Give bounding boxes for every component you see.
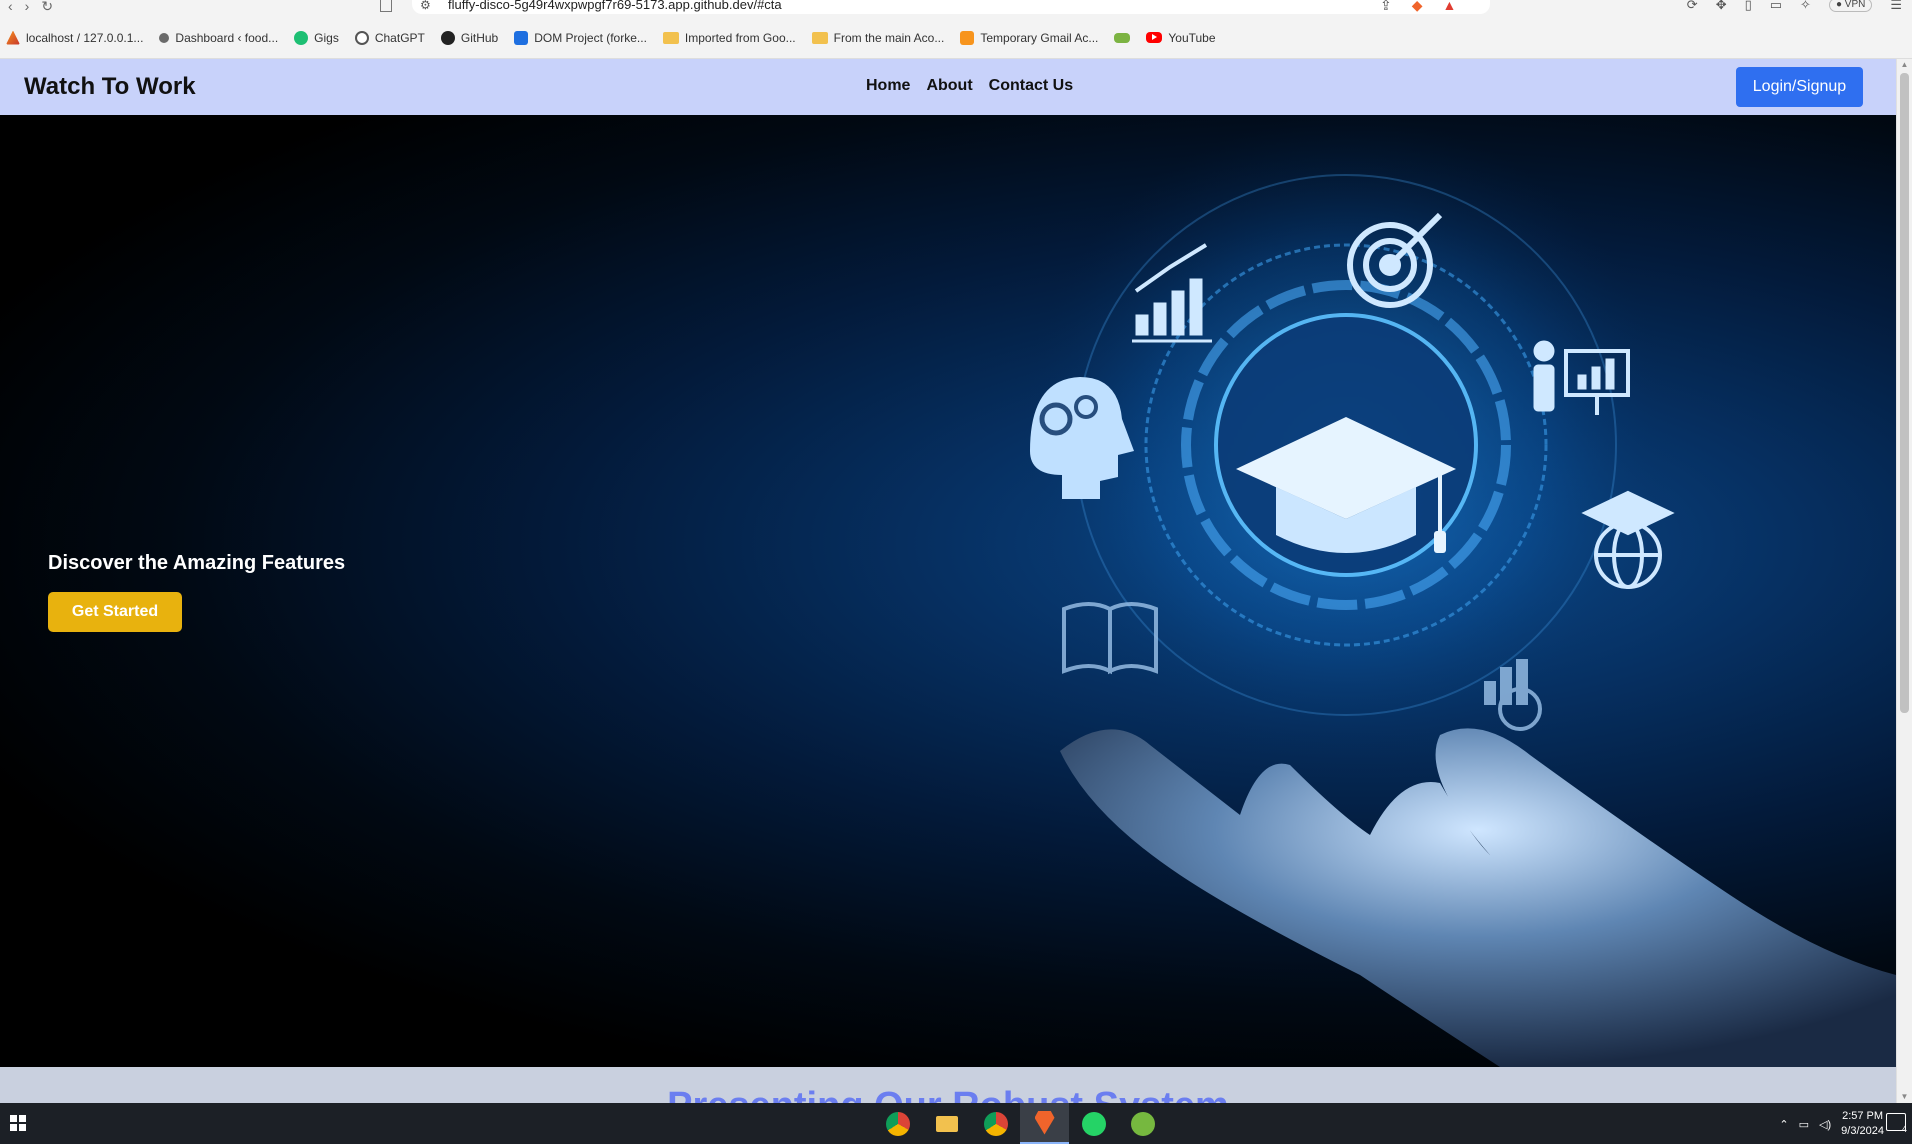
leo-ai-icon[interactable]: ✧ (1800, 0, 1811, 13)
taskbar-chrome[interactable] (873, 1103, 922, 1144)
xampp-icon (6, 30, 20, 45)
utorrent-icon (1130, 1111, 1155, 1136)
bookmark-label: localhost / 127.0.0.1... (26, 30, 144, 45)
bookmark-label: GitHub (460, 30, 499, 45)
bookmarks-bar: localhost / 127.0.0.1... Dashboard ‹ foo… (0, 17, 1912, 59)
hero-title: Discover the Amazing Features (48, 552, 346, 574)
extensions-icon[interactable]: ✥ (1716, 0, 1727, 13)
notification-center-icon[interactable]: 4 (1886, 1113, 1907, 1134)
bookmark-label: YouTube (1168, 30, 1216, 45)
scroll-down-icon[interactable]: ▼ (1900, 1093, 1909, 1101)
bookmark-label: ChatGPT (374, 30, 425, 45)
scroll-up-icon[interactable]: ▲ (1900, 61, 1909, 69)
windows-taskbar: ⌃ ▭ ◁) 2:57 PM 9/3/2024 4 (0, 1103, 1912, 1144)
folder-icon (662, 31, 679, 44)
login-signup-button[interactable]: Login/Signup (1736, 67, 1863, 107)
bookmark-game[interactable] (1114, 32, 1131, 43)
bookmark-gigs[interactable]: Gigs (294, 30, 339, 45)
notification-count: 4 (1901, 1124, 1907, 1134)
brave-shields-icon[interactable]: ◆ (1412, 0, 1423, 14)
menu-icon[interactable]: ☰ (1890, 0, 1902, 13)
clock[interactable]: 2:57 PM 9/3/2024 (1841, 1109, 1884, 1139)
windows-start-icon[interactable] (10, 1115, 26, 1131)
bookmark-youtube[interactable]: YouTube (1146, 30, 1216, 45)
whatsapp-icon (1081, 1111, 1106, 1136)
network-icon[interactable]: ▭ (1799, 1118, 1809, 1131)
bookmark-localhost[interactable]: localhost / 127.0.0.1... (6, 30, 144, 45)
bookmark-temp-gmail[interactable]: Temporary Gmail Ac... (960, 30, 1099, 45)
main-nav: Home About Contact Us (866, 77, 1073, 95)
bookmark-label: Gigs (314, 30, 339, 45)
site-header: Watch To Work Home About Contact Us Logi… (0, 59, 1896, 115)
chrome-icon (885, 1111, 910, 1136)
hero-illustration (1016, 115, 1896, 1067)
clock-date: 9/3/2024 (1841, 1125, 1884, 1137)
bookmark-label: Temporary Gmail Ac... (980, 30, 1099, 45)
forward-icon[interactable]: › (25, 0, 30, 15)
taskbar-brave[interactable] (1020, 1103, 1069, 1144)
bookmark-label: Dashboard ‹ food... (175, 30, 279, 45)
volume-icon[interactable]: ◁) (1819, 1118, 1831, 1131)
get-started-button[interactable]: Get Started (48, 592, 182, 632)
file-explorer-icon (935, 1115, 958, 1132)
scroll-thumb[interactable] (1900, 73, 1909, 713)
clock-time: 2:57 PM (1842, 1110, 1884, 1122)
taskbar-chrome-2[interactable] (971, 1103, 1020, 1144)
bolt-icon (514, 30, 529, 45)
youtube-icon (1146, 32, 1163, 43)
dashboard-icon (159, 32, 170, 43)
bookmark-chatgpt[interactable]: ChatGPT (354, 30, 425, 45)
page-viewport: Watch To Work Home About Contact Us Logi… (0, 59, 1896, 1103)
address-text[interactable]: fluffy-disco-5g49r4wxpwpgf7r69-5173.app.… (448, 0, 782, 12)
bookmark-dom-project[interactable]: DOM Project (forke... (514, 30, 647, 45)
vpn-button[interactable]: ● VPN (1828, 0, 1873, 12)
hero-section: Discover the Amazing Features Get Starte… (0, 115, 1896, 1067)
github-icon (440, 30, 455, 45)
nav-about[interactable]: About (926, 77, 972, 95)
bookmark-dashboard[interactable]: Dashboard ‹ food... (159, 31, 278, 45)
brave-icon (1034, 1110, 1055, 1135)
chatgpt-icon (354, 30, 369, 45)
wallet-icon[interactable]: ▭ (1770, 0, 1782, 13)
browser-toolbar: ‹ › ↻ ⚙ fluffy-disco-5g49r4wxpwpgf7r69-5… (0, 0, 1912, 17)
bookmark-label: From the main Aco... (833, 30, 945, 45)
vpn-label: VPN (1844, 0, 1866, 10)
site-brand[interactable]: Watch To Work (24, 73, 196, 101)
bookmark-label: Imported from Goo... (684, 30, 796, 45)
back-icon[interactable]: ‹ (8, 0, 13, 15)
taskbar-file-explorer[interactable] (922, 1103, 971, 1144)
reload-icon[interactable]: ↻ (41, 0, 53, 15)
bookmark-imported[interactable]: Imported from Goo... (662, 30, 796, 45)
browser-nav: ‹ › ↻ (8, 0, 53, 15)
nav-home[interactable]: Home (866, 77, 910, 95)
taskbar-whatsapp[interactable] (1069, 1103, 1118, 1144)
chrome-icon (983, 1111, 1008, 1136)
sidebar-icon[interactable]: ▯ (1745, 0, 1752, 13)
site-settings-icon[interactable]: ⚙ (420, 0, 431, 12)
share-icon[interactable]: ⇪ (1380, 0, 1392, 14)
bookmark-github[interactable]: GitHub (440, 30, 499, 45)
bookmark-main-account[interactable]: From the main Aco... (811, 30, 945, 45)
open-hand-illustration (1060, 728, 1896, 1067)
system-tray: ⌃ ▭ ◁) 2:57 PM 9/3/2024 (1779, 1109, 1884, 1139)
folder-icon (811, 31, 828, 44)
gigs-icon (294, 30, 309, 45)
page-scrollbar[interactable]: ▲ ▼ (1896, 59, 1912, 1103)
section-title: Presenting Our Robust System (0, 1085, 1896, 1103)
sync-icon[interactable]: ⟳ (1687, 0, 1698, 13)
features-section: Presenting Our Robust System (0, 1067, 1896, 1103)
bookmark-label: DOM Project (forke... (534, 30, 647, 45)
brave-rewards-icon[interactable]: ▲ (1443, 0, 1457, 14)
bookmark-icon[interactable] (380, 0, 392, 12)
mail-icon (960, 30, 975, 45)
chevron-up-icon[interactable]: ⌃ (1779, 1118, 1788, 1131)
game-icon (1114, 32, 1131, 43)
taskbar-utorrent[interactable] (1118, 1103, 1167, 1144)
nav-contact[interactable]: Contact Us (989, 77, 1073, 95)
